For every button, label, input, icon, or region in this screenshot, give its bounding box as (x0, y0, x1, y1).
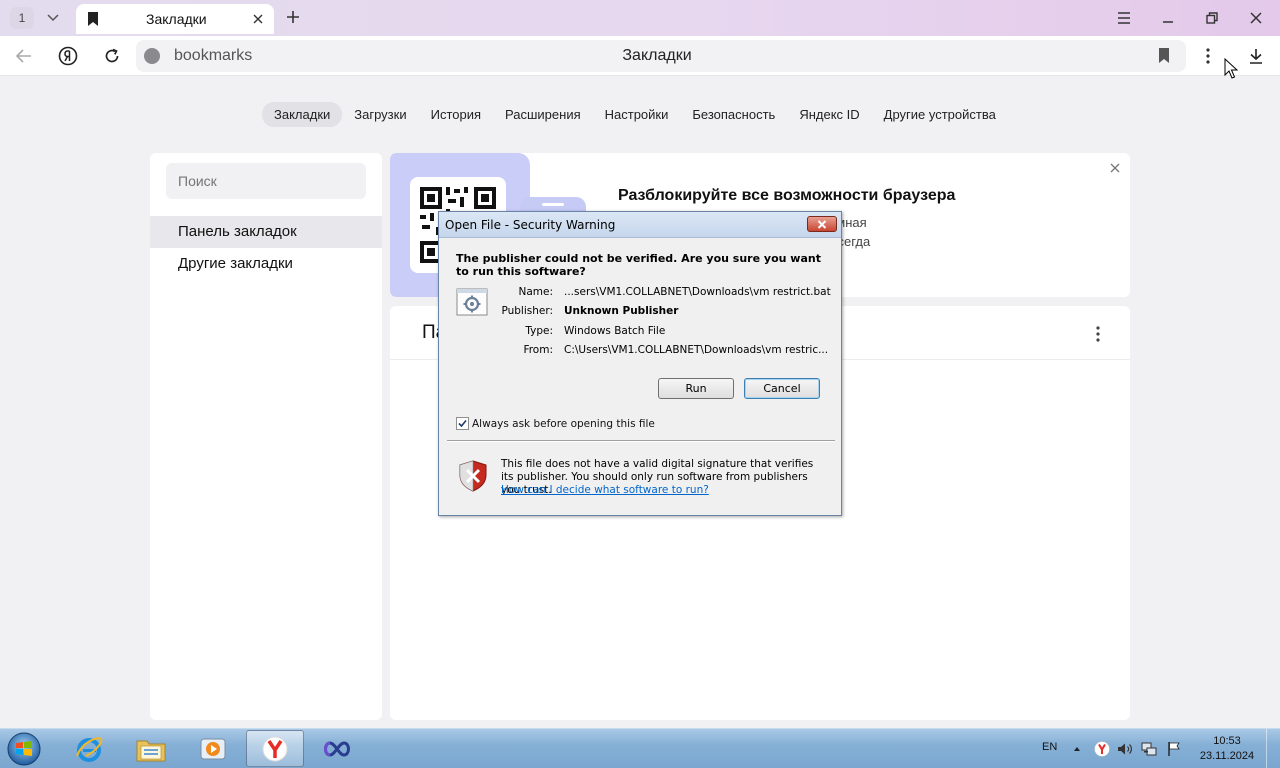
restore-icon (1206, 12, 1218, 24)
browser-titlebar: 1 Закладки (0, 0, 1280, 36)
taskbar-infinity-app[interactable] (308, 730, 366, 767)
nav-tab-yandex-id[interactable]: Яндекс ID (787, 102, 871, 127)
arrow-left-icon (16, 49, 31, 63)
tray-yandex-icon[interactable] (1094, 741, 1110, 757)
show-hidden-icons-icon[interactable] (1069, 741, 1085, 757)
taskbar-yandex-browser[interactable] (246, 730, 304, 767)
type-value: Windows Batch File (564, 325, 666, 337)
tab-counter[interactable]: 1 (10, 7, 34, 29)
downloads-button[interactable] (1244, 44, 1268, 68)
language-indicator[interactable]: EN (1042, 741, 1057, 753)
volume-icon[interactable] (1117, 741, 1133, 757)
from-label: From: (523, 344, 553, 356)
dialog-question: The publisher could not be verified. Are… (456, 252, 821, 278)
page-title: Закладки (622, 47, 692, 64)
address-bar[interactable]: bookmarks Закладки (136, 40, 1186, 72)
browser-menu-button[interactable] (1112, 6, 1136, 30)
shield-warning-icon (459, 460, 487, 492)
tab-close-icon[interactable] (250, 11, 266, 27)
publisher-value: Unknown Publisher (564, 305, 679, 317)
taskbar-media-player[interactable] (184, 730, 242, 767)
close-window-button[interactable] (1244, 6, 1268, 30)
yandex-browser-icon (262, 736, 288, 761)
always-ask-row: Always ask before opening this file (456, 417, 655, 430)
start-button[interactable] (4, 731, 44, 767)
nav-tab-extensions[interactable]: Расширения (493, 102, 593, 127)
bookmark-icon (88, 12, 98, 26)
minimize-button[interactable] (1156, 6, 1180, 30)
from-value: C:\Users\VM1.COLLABNET\Downloads\vm rest… (564, 344, 829, 356)
taskbar-internet-explorer[interactable] (60, 730, 118, 767)
clock-date: 23.11.2024 (1199, 750, 1255, 762)
taskbar-file-explorer[interactable] (122, 730, 180, 767)
windows-taskbar: EN 10:53 23.11.2024 (0, 728, 1280, 768)
network-icon[interactable] (1141, 741, 1157, 757)
bookmark-page-icon[interactable] (1158, 48, 1170, 68)
internet-explorer-icon (76, 736, 103, 762)
infinity-icon (324, 740, 350, 757)
yandex-home-button[interactable] (56, 44, 80, 68)
cancel-button[interactable]: Cancel (744, 378, 820, 399)
media-player-icon (200, 738, 226, 759)
hamburger-icon (1118, 12, 1130, 24)
type-label: Type: (525, 325, 553, 337)
tab-bookmarks[interactable]: Закладки (76, 4, 274, 34)
kebab-menu-icon (1206, 48, 1210, 64)
promo-title: Разблокируйте все возможности браузера (618, 187, 956, 204)
download-icon (1250, 49, 1262, 64)
nav-tab-settings[interactable]: Настройки (593, 102, 681, 127)
reload-icon (105, 48, 119, 63)
new-tab-button[interactable] (282, 6, 304, 28)
name-value: ...sers\VM1.COLLABNET\Downloads\vm restr… (564, 286, 831, 298)
browser-toolbar: bookmarks Закладки (0, 36, 1280, 76)
checkmark-icon (458, 419, 467, 428)
dialog-close-button[interactable] (807, 216, 837, 232)
restore-button[interactable] (1200, 6, 1224, 30)
dialog-title: Open File - Security Warning (445, 218, 616, 232)
name-label: Name: (518, 286, 553, 298)
always-ask-checkbox[interactable] (456, 417, 469, 430)
nav-tab-security[interactable]: Безопасность (680, 102, 787, 127)
minimize-icon (1163, 21, 1173, 23)
reload-button[interactable] (100, 44, 124, 68)
yandex-logo-icon (58, 46, 78, 66)
more-options-button[interactable] (1196, 44, 1220, 68)
folder-bookmarks-bar[interactable]: Панель закладок (150, 216, 382, 248)
close-icon (817, 219, 827, 229)
plus-icon (287, 11, 299, 23)
folder-other-bookmarks[interactable]: Другие закладки (150, 248, 382, 280)
system-clock[interactable]: 10:53 23.11.2024 (1194, 734, 1260, 764)
dialog-separator (447, 440, 835, 442)
back-button[interactable] (12, 44, 36, 68)
folder-icon (136, 740, 166, 761)
always-ask-label[interactable]: Always ask before opening this file (472, 418, 655, 430)
run-button[interactable]: Run (658, 378, 734, 399)
clock-time: 10:53 (1213, 735, 1241, 747)
tab-title: Закладки (146, 11, 207, 27)
folder-more-icon[interactable] (1090, 324, 1106, 344)
nav-tab-bookmarks[interactable]: Закладки (262, 102, 343, 127)
nav-tab-history[interactable]: История (419, 102, 493, 127)
nav-tab-other-devices[interactable]: Другие устройства (872, 102, 1008, 127)
security-warning-dialog: Open File - Security Warning The publish… (438, 211, 842, 516)
bookmarks-search-input[interactable] (166, 163, 366, 199)
action-center-flag-icon[interactable] (1166, 741, 1182, 757)
tabs-dropdown-button[interactable] (42, 7, 64, 29)
nav-tab-downloads[interactable]: Загрузки (342, 102, 418, 127)
windows-start-icon (7, 732, 41, 766)
settings-nav: Закладки Загрузки История Расширения Нас… (262, 102, 1008, 127)
help-link[interactable]: How can I decide what software to run? (501, 484, 709, 496)
bookmarks-sidebar: Панель закладок Другие закладки (150, 153, 382, 720)
mouse-cursor-icon (1224, 58, 1238, 79)
close-icon (1250, 12, 1262, 24)
dialog-titlebar[interactable]: Open File - Security Warning (439, 212, 841, 238)
chevron-down-icon (47, 14, 59, 22)
promo-close-icon[interactable] (1108, 161, 1122, 175)
show-desktop-button[interactable] (1266, 729, 1280, 768)
publisher-label: Publisher: (501, 305, 553, 317)
